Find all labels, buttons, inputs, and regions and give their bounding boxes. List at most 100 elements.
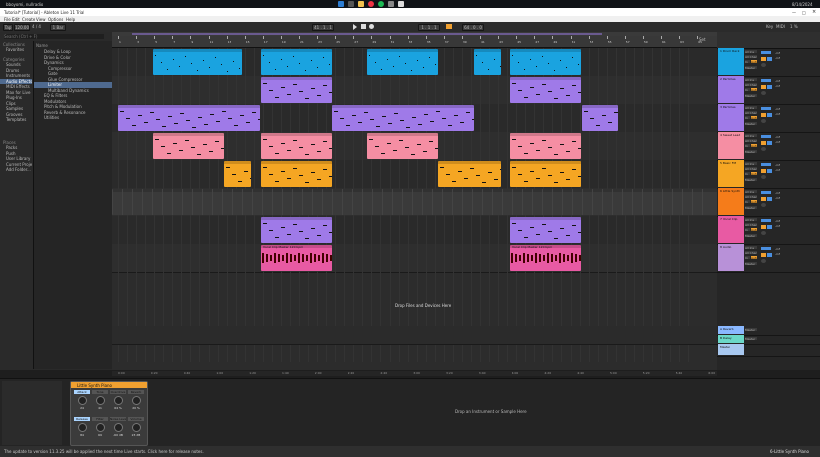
track-header[interactable]: 3 Particles All Ins All Channe InAuto Master… — [717, 104, 820, 133]
sends-b[interactable]: -inf — [775, 224, 780, 228]
volume-field[interactable] — [761, 247, 771, 250]
app-icon[interactable] — [388, 1, 394, 7]
track-title[interactable]: 4 Sweet Lead — [718, 132, 744, 159]
sends-a[interactable]: -inf — [775, 163, 780, 167]
solo-button[interactable] — [767, 57, 772, 61]
status-message[interactable]: The update to version 11.3.25 will be ap… — [4, 449, 204, 454]
macro-knob[interactable] — [114, 396, 123, 405]
volume-field[interactable] — [761, 107, 771, 110]
song-position[interactable]: 41 . 1 . 1 — [312, 24, 334, 31]
monitor-in-button[interactable]: In — [745, 116, 750, 119]
master-track-header[interactable]: Master — [717, 344, 820, 357]
monitor-auto-button[interactable]: Auto — [751, 60, 757, 63]
output-select[interactable]: Master — [745, 122, 757, 125]
clip[interactable] — [510, 217, 581, 243]
metronome-quantize[interactable]: 1 Bar — [50, 24, 66, 31]
clip[interactable] — [582, 105, 618, 131]
sends-b[interactable]: -inf — [775, 84, 780, 88]
sends-a[interactable]: -inf — [775, 51, 780, 55]
track-title[interactable]: 1 Drum Rack — [718, 48, 744, 75]
track-header[interactable]: 4 Sweet Lead All Ins All Channe InAuto Maste… — [717, 132, 820, 161]
monitor-in-button[interactable]: In — [745, 172, 750, 175]
sends-a[interactable]: -inf — [775, 247, 780, 251]
output-select[interactable]: Master — [745, 328, 757, 331]
input-type-select[interactable]: All Ins — [745, 218, 757, 221]
track-title[interactable]: 5 Basic FM — [718, 160, 744, 187]
arm-icon[interactable] — [761, 175, 766, 179]
minimize-icon[interactable]: — — [792, 10, 796, 15]
output-select[interactable]: Master — [745, 234, 757, 237]
track-activator-button[interactable] — [761, 57, 766, 61]
place-item[interactable]: Add Folder... — [0, 167, 32, 173]
input-channel-select[interactable]: All Channe — [745, 251, 757, 254]
clip[interactable] — [474, 49, 501, 75]
track-header[interactable]: 2 Particles All Ins All Channe InAuto Master… — [717, 76, 820, 105]
loop-start[interactable]: 1 . 1 . 1 — [418, 24, 440, 31]
clip[interactable] — [224, 161, 251, 187]
macro-knob[interactable] — [78, 396, 87, 405]
track-title[interactable]: 2 Particles — [718, 76, 744, 103]
track-lane[interactable] — [112, 216, 717, 245]
monitor-in-button[interactable]: In — [745, 200, 750, 203]
macro-knob[interactable] — [132, 423, 141, 432]
input-channel-select[interactable]: All Channe — [745, 139, 757, 142]
macro-knob[interactable] — [96, 396, 105, 405]
browser-search-input[interactable]: Search (Ctrl + F) — [4, 34, 104, 39]
close-icon[interactable]: × — [812, 9, 816, 15]
input-channel-select[interactable]: All Channe — [745, 111, 757, 114]
monitor-auto-button[interactable]: Auto — [751, 116, 757, 119]
music-app-icon[interactable] — [378, 1, 384, 7]
input-type-select[interactable]: All Ins — [745, 246, 757, 249]
track-title[interactable]: Master — [718, 344, 744, 355]
output-select[interactable]: Master — [745, 206, 757, 209]
loop-switch-icon[interactable] — [446, 24, 452, 29]
tap-button[interactable]: Tap — [3, 24, 13, 31]
track-title[interactable]: 8 Audio — [718, 244, 744, 271]
rack-header[interactable]: Little Synth Piano — [71, 382, 147, 388]
clip[interactable] — [118, 105, 260, 131]
sends-a[interactable]: -inf — [775, 135, 780, 139]
monitor-in-button[interactable]: In — [745, 144, 750, 147]
volume-field[interactable] — [761, 163, 771, 166]
track-lane[interactable] — [112, 244, 717, 273]
track-header[interactable]: 6 Little Synth All Ins All Channe InAuto Mas… — [717, 188, 820, 217]
input-channel-select[interactable]: All Channe — [745, 55, 757, 58]
output-select[interactable]: Master — [745, 94, 757, 97]
clip[interactable] — [261, 49, 332, 75]
solo-button[interactable] — [767, 113, 772, 117]
track-activator-button[interactable] — [761, 225, 766, 229]
solo-button[interactable] — [767, 169, 772, 173]
start-icon[interactable] — [338, 1, 344, 7]
arm-icon[interactable] — [761, 63, 766, 67]
volume-field[interactable] — [761, 135, 771, 138]
output-select[interactable]: Master — [745, 262, 757, 265]
arm-icon[interactable] — [761, 91, 766, 95]
monitor-auto-button[interactable]: Auto — [751, 172, 757, 175]
ableton-icon[interactable] — [398, 1, 404, 7]
clip[interactable] — [510, 77, 581, 103]
monitor-in-button[interactable]: In — [745, 88, 750, 91]
volume-field[interactable] — [761, 191, 771, 194]
monitor-in-button[interactable]: In — [745, 256, 750, 259]
track-activator-button[interactable] — [761, 113, 766, 117]
sends-b[interactable]: -inf — [775, 56, 780, 60]
time-signature[interactable]: 4 / 4 — [32, 24, 41, 29]
solo-button[interactable] — [767, 225, 772, 229]
clip[interactable] — [438, 161, 501, 187]
input-channel-select[interactable]: All Channe — [745, 167, 757, 170]
track-header[interactable]: 8 Audio All Ins All Channe InAuto Master -inf… — [717, 244, 820, 273]
beat-ruler[interactable]: 1 3 5 7 9 11 13 15 17 19 21 23 25 27 29 31 33 35 37 39 41 43 4… — [112, 36, 717, 48]
input-type-select[interactable]: All Ins — [745, 78, 757, 81]
input-type-select[interactable]: All Ins — [745, 162, 757, 165]
arm-icon[interactable] — [761, 147, 766, 151]
clip[interactable] — [112, 189, 717, 215]
folder-icon[interactable] — [358, 1, 364, 7]
input-channel-select[interactable]: All Channe — [745, 83, 757, 86]
monitor-in-button[interactable]: In — [745, 60, 750, 63]
input-channel-select[interactable]: All Channe — [745, 195, 757, 198]
solo-button[interactable] — [767, 141, 772, 145]
set-button[interactable]: Set — [699, 37, 706, 42]
macro-knob[interactable] — [114, 423, 123, 432]
solo-button[interactable] — [767, 197, 772, 201]
clip[interactable] — [510, 133, 581, 159]
